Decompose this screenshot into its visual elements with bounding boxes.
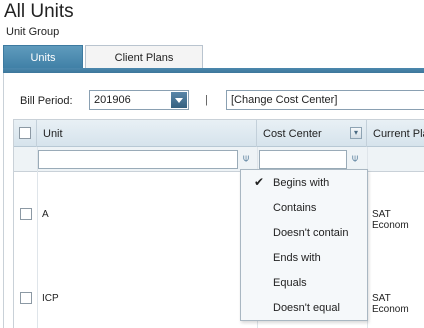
bill-period-select[interactable]: 201906 [89, 90, 189, 110]
cost-center-field[interactable]: [Change Cost Center] [226, 90, 424, 110]
select-all-cell [14, 120, 37, 147]
column-header-cost-center-label: Cost Center [263, 127, 322, 140]
menu-item-doesnt-contain[interactable]: Doesn't contain [241, 220, 367, 245]
column-header-cost-center[interactable]: Cost Center ▾ [257, 120, 367, 147]
menu-item-label: Contains [273, 201, 317, 214]
bill-period-label: Bill Period: [20, 95, 73, 107]
select-all-checkbox[interactable] [19, 127, 31, 139]
current-plan-cell: SAT Econom [372, 293, 409, 315]
page-title: All Units [4, 1, 74, 22]
menu-item-contains[interactable]: Contains [241, 195, 367, 220]
menu-item-ends-with[interactable]: Ends with [241, 245, 367, 270]
tab-client-plans[interactable]: Client Plans [85, 45, 203, 69]
page-subtitle: Unit Group [6, 26, 60, 38]
filter-condition-menu: ✔ Begins with Contains Doesn't contain E… [240, 169, 368, 321]
menu-item-label: Doesn't equal [273, 301, 340, 314]
current-plan-cell: SAT Econom [372, 209, 409, 231]
column-header-current-plan[interactable]: Current Pla [367, 120, 424, 147]
menu-item-label: Begins with [273, 176, 330, 189]
unit-filter-input[interactable] [38, 150, 238, 169]
tab-units[interactable]: Units [3, 45, 83, 69]
grid-header: Unit Cost Center ▾ Current Pla [14, 120, 424, 147]
filter-pin-icon[interactable]: ⍦ [350, 153, 360, 165]
unit-cell: ICP [42, 293, 59, 304]
tab-bar: Units Client Plans [3, 45, 424, 69]
menu-item-begins-with[interactable]: ✔ Begins with [241, 170, 367, 195]
menu-item-label: Doesn't contain [273, 226, 349, 239]
checkmark-icon: ✔ [254, 175, 265, 189]
menu-item-label: Ends with [273, 251, 321, 264]
column-header-unit[interactable]: Unit [37, 120, 257, 147]
row-checkbox[interactable] [20, 292, 32, 304]
separator: | [205, 94, 208, 106]
chevron-down-icon[interactable] [171, 92, 187, 108]
menu-item-label: Equals [273, 276, 307, 289]
row-checkbox[interactable] [20, 208, 32, 220]
menu-item-doesnt-equal[interactable]: Doesn't equal [241, 295, 367, 320]
bill-period-value: 201906 [94, 94, 131, 106]
menu-item-equals[interactable]: Equals [241, 270, 367, 295]
sort-icon[interactable]: ▾ [350, 127, 362, 139]
column-divider [37, 147, 38, 328]
cost-center-filter-input[interactable] [259, 150, 347, 169]
filter-pin-icon[interactable]: ⍦ [241, 153, 251, 165]
unit-cell: A [42, 209, 49, 220]
